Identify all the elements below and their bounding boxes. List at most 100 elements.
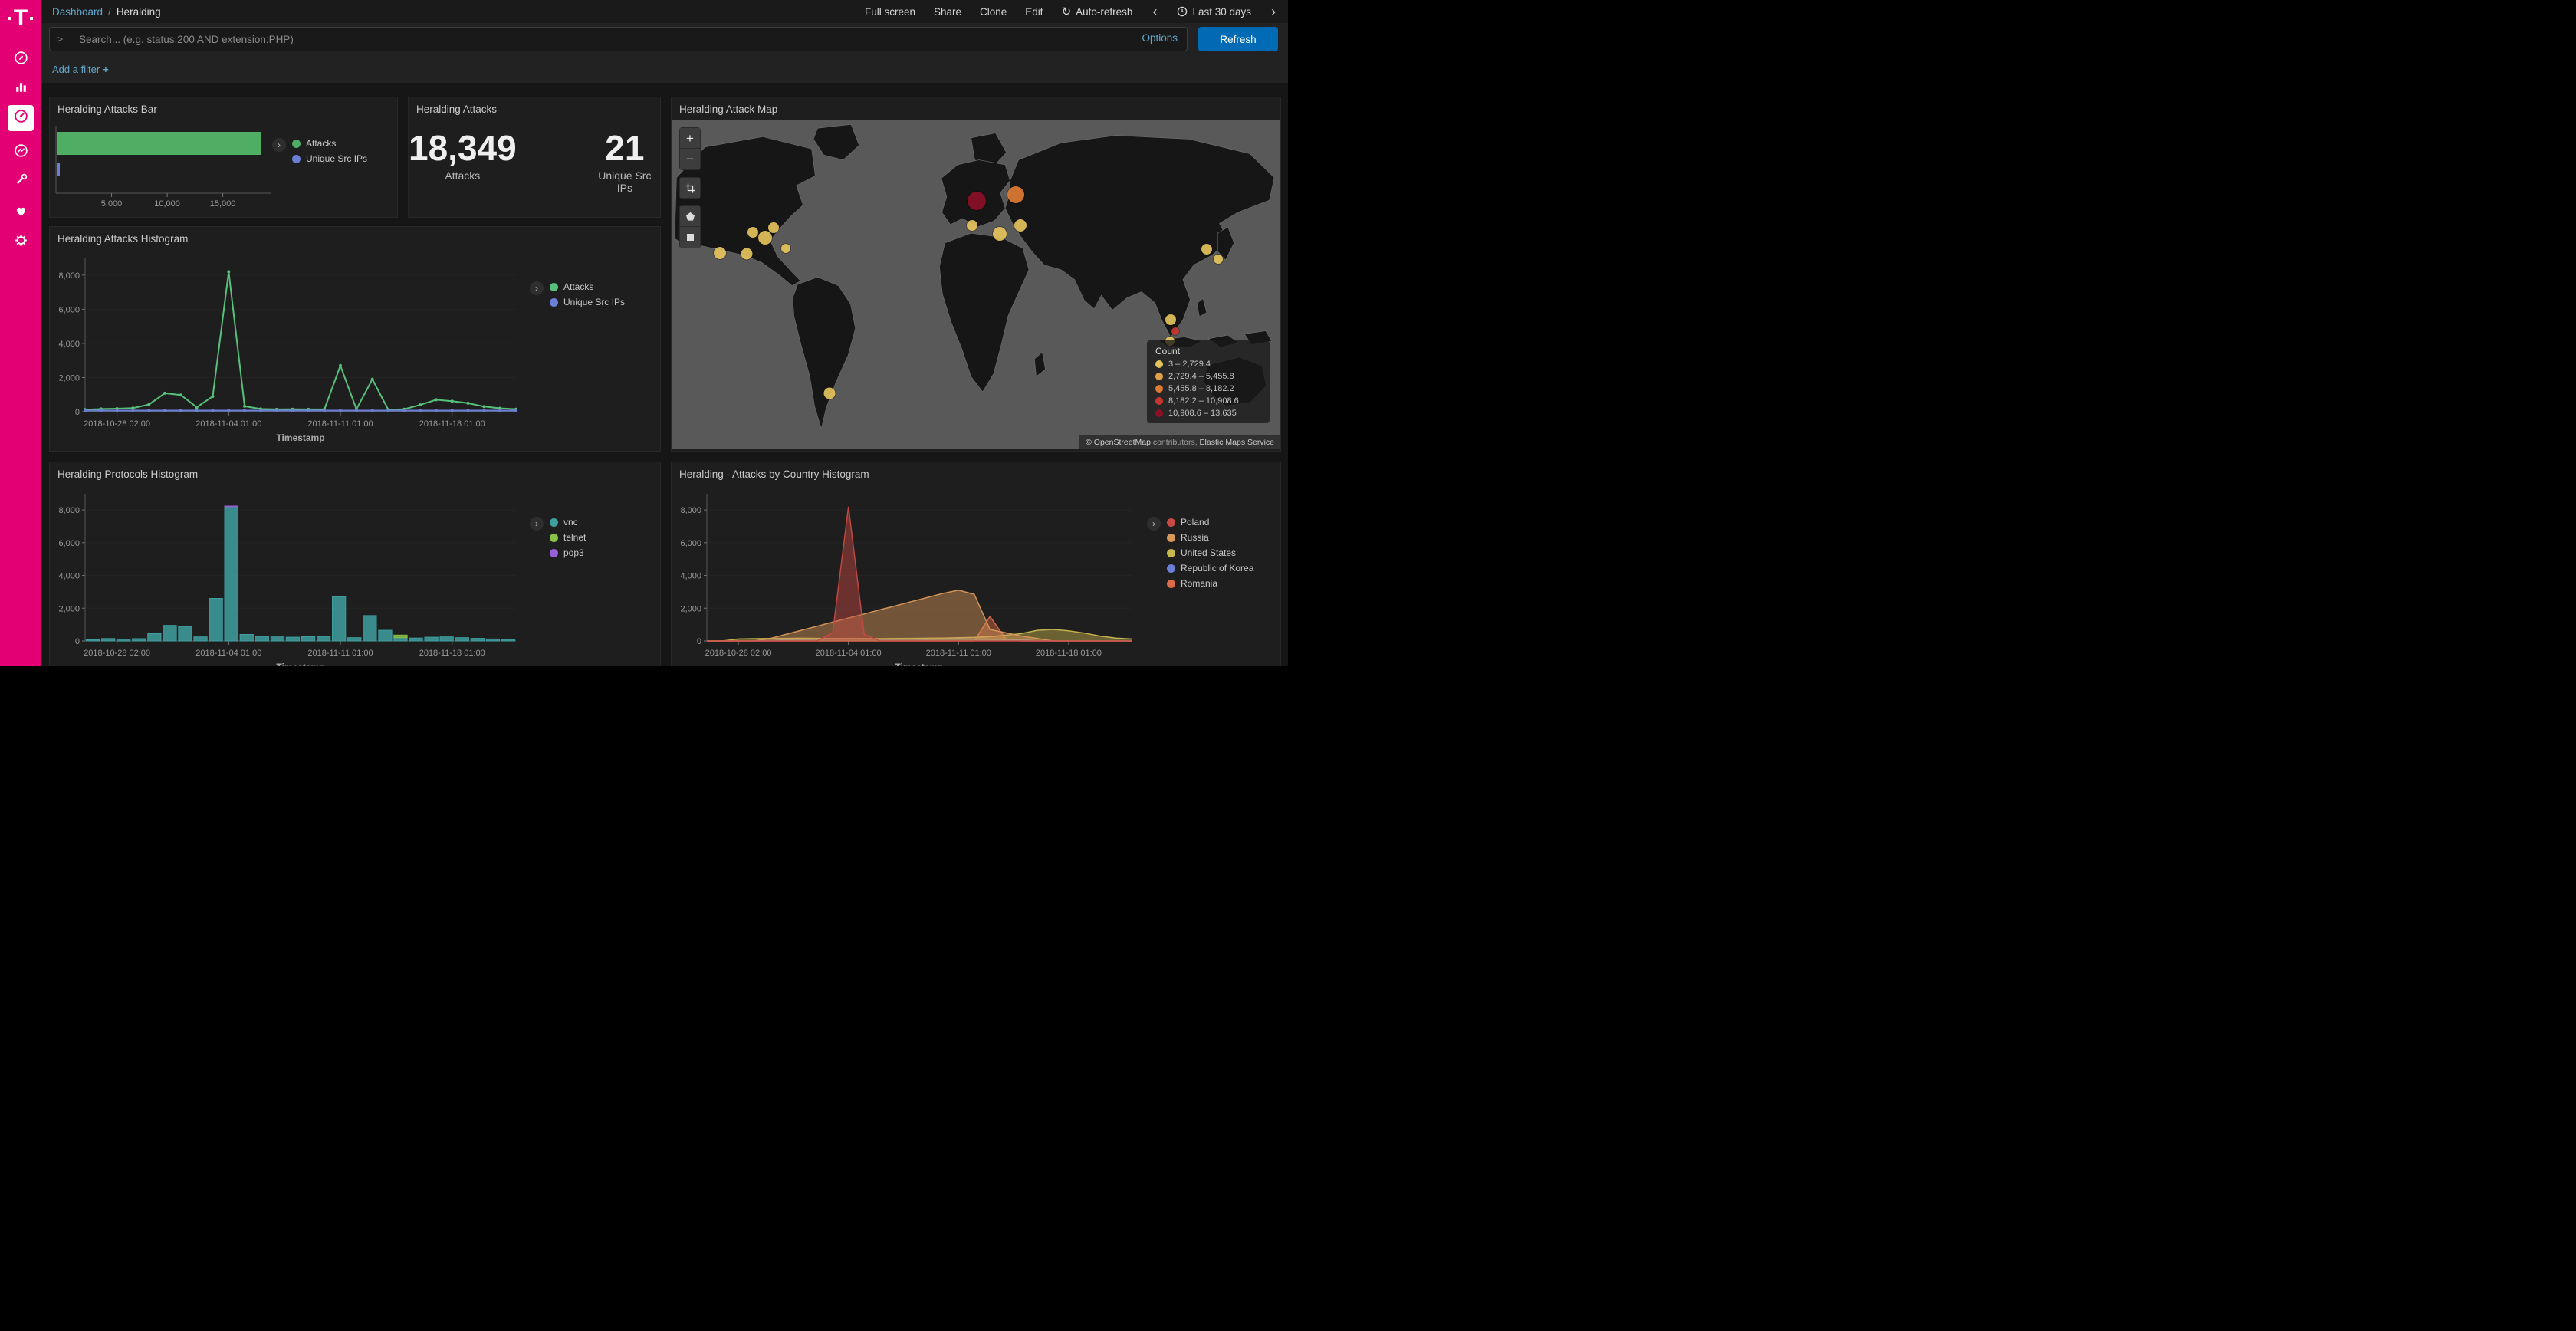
- options-link[interactable]: Options: [1142, 32, 1178, 44]
- legend-toggle-icon[interactable]: ›: [530, 281, 544, 295]
- attack-location-dot[interactable]: [1171, 327, 1179, 335]
- svg-text:8,000: 8,000: [680, 506, 702, 515]
- legend-item[interactable]: Attacks: [550, 281, 625, 292]
- map-fit-data-button[interactable]: [679, 177, 701, 199]
- metric-value: 21: [590, 129, 660, 168]
- map-zoom-in-button[interactable]: +: [679, 127, 701, 149]
- logo-square-left: [8, 17, 12, 20]
- sidebar-item-timelion[interactable]: [8, 140, 34, 166]
- sidebar-item-monitoring[interactable]: [8, 200, 34, 226]
- attack-location-dot[interactable]: [1165, 314, 1176, 325]
- svg-text:2018-10-28 02:00: 2018-10-28 02:00: [84, 419, 150, 429]
- time-back-button[interactable]: ‹: [1151, 5, 1158, 18]
- attack-location-dot[interactable]: [824, 387, 836, 399]
- attack-location-dot[interactable]: [1007, 186, 1024, 203]
- sidebar-item-dev-tools[interactable]: [8, 169, 34, 195]
- legend-item[interactable]: Poland: [1167, 517, 1254, 527]
- gear-icon: [13, 232, 29, 252]
- metric-label: Attacks: [409, 169, 517, 182]
- sidebar-item-discover[interactable]: [8, 47, 34, 73]
- svg-text:2,000: 2,000: [58, 373, 80, 383]
- gauge-icon: [13, 108, 29, 128]
- legend-color-dot: [1167, 534, 1175, 542]
- map-legend-title: Count: [1155, 346, 1261, 357]
- full-screen-button[interactable]: Full screen: [865, 6, 915, 18]
- svg-text:4,000: 4,000: [58, 572, 80, 581]
- time-picker-button[interactable]: Last 30 days: [1177, 6, 1251, 18]
- svg-text:2018-11-18 01:00: 2018-11-18 01:00: [419, 649, 485, 658]
- attack-location-dot[interactable]: [741, 248, 753, 260]
- legend-item[interactable]: Unique Src IPs: [550, 297, 625, 307]
- legend-item[interactable]: Unique Src IPs: [292, 153, 367, 164]
- map-draw-rectangle-button[interactable]: [679, 227, 701, 248]
- legend-item[interactable]: Romania: [1167, 578, 1254, 589]
- svg-text:10,000: 10,000: [154, 199, 180, 209]
- topbar-actions: Full screen Share Clone Edit ↻ Auto-refr…: [865, 5, 1277, 18]
- attack-location-dot[interactable]: [968, 192, 986, 210]
- legend-label: Poland: [1181, 517, 1209, 527]
- attack-location-dot[interactable]: [714, 247, 726, 259]
- legend-toggle-icon[interactable]: ›: [1147, 517, 1161, 531]
- legend-toggle-icon[interactable]: ›: [530, 517, 544, 531]
- map-legend-row: 2,729.4 – 5,455.8: [1155, 372, 1261, 381]
- attack-location-dot[interactable]: [768, 222, 779, 233]
- refresh-button[interactable]: Refresh: [1198, 27, 1278, 51]
- panel-title: Heralding Protocols Histogram: [50, 462, 660, 485]
- time-range-label: Last 30 days: [1192, 6, 1251, 18]
- legend-item[interactable]: Republic of Korea: [1167, 563, 1254, 573]
- svg-text:2,000: 2,000: [680, 604, 702, 613]
- sidebar-item-dashboard[interactable]: [8, 105, 34, 131]
- attack-location-dot[interactable]: [1201, 244, 1212, 255]
- sidebar-item-management[interactable]: [8, 229, 34, 255]
- attack-location-dot[interactable]: [967, 220, 978, 231]
- panel-heralding-attack-map: Heralding Attack Map: [671, 97, 1281, 452]
- country-histogram-chart[interactable]: 02,0004,0006,0008,0002018-10-28 02:00201…: [672, 485, 1141, 666]
- osm-link[interactable]: © OpenStreetMap: [1086, 438, 1151, 447]
- svg-text:2018-11-11 01:00: 2018-11-11 01:00: [926, 649, 991, 658]
- legend-item[interactable]: vnc: [550, 517, 586, 527]
- legend-item[interactable]: United States: [1167, 547, 1254, 558]
- auto-refresh-button[interactable]: ↻ Auto-refresh: [1062, 6, 1133, 18]
- map-zoom-out-button[interactable]: −: [679, 149, 701, 170]
- attack-location-dot[interactable]: [1014, 219, 1027, 232]
- country-histogram-legend: › Poland Russia United States Republic of Ko…: [1147, 517, 1254, 589]
- sidebar-item-visualize[interactable]: [8, 76, 34, 102]
- map-draw-polygon-button[interactable]: [679, 205, 701, 227]
- svg-text:8,000: 8,000: [58, 271, 80, 281]
- legend-item[interactable]: telnet: [550, 532, 586, 543]
- attack-location-dot[interactable]: [748, 227, 758, 238]
- search-input[interactable]: [49, 27, 1188, 51]
- attack-location-dot[interactable]: [781, 244, 790, 253]
- panel-title: Heralding - Attacks by Country Histogram: [672, 462, 1280, 485]
- svg-text:Timestamp: Timestamp: [895, 662, 943, 666]
- attacks-bar-legend: › Attacks Unique Src IPs: [272, 138, 367, 164]
- breadcrumb-dashboard-link[interactable]: Dashboard: [52, 6, 103, 18]
- attack-location-dot[interactable]: [993, 227, 1007, 241]
- protocols-histogram-legend: › vnc telnet pop3: [530, 517, 586, 558]
- map-count-legend: Count 3 – 2,729.42,729.4 – 5,455.85,455.…: [1147, 340, 1270, 423]
- svg-text:2018-11-04 01:00: 2018-11-04 01:00: [816, 649, 882, 658]
- legend-item[interactable]: Russia: [1167, 532, 1254, 543]
- clone-button[interactable]: Clone: [980, 6, 1007, 18]
- panel-heralding-attacks-metric: Heralding Attacks 18,349 Attacks 21 Uniq…: [408, 97, 661, 218]
- protocols-histogram-chart[interactable]: 02,0004,0006,0008,0002018-10-28 02:00201…: [50, 485, 525, 666]
- attack-location-dot[interactable]: [758, 231, 772, 245]
- attacks-histogram-chart[interactable]: 02,0004,0006,0008,0002018-10-28 02:00201…: [50, 249, 525, 447]
- edit-button[interactable]: Edit: [1025, 6, 1043, 18]
- query-bar: >_ Options Refresh: [41, 23, 1288, 55]
- attacks-bar-chart[interactable]: 5,00010,00015,000: [50, 120, 280, 213]
- add-filter-link[interactable]: Add a filter+: [52, 64, 109, 75]
- attack-map[interactable]: + − Count 3 – 2,729.42,729.4 –: [672, 120, 1280, 449]
- share-button[interactable]: Share: [934, 6, 961, 18]
- legend-toggle-icon[interactable]: ›: [272, 138, 286, 152]
- breadcrumb: Dashboard / Heralding: [52, 6, 161, 18]
- telekom-logo[interactable]: T: [8, 7, 33, 30]
- elastic-maps-link[interactable]: Elastic Maps Service: [1200, 438, 1274, 447]
- svg-text:Timestamp: Timestamp: [276, 432, 324, 443]
- legend-range-label: 5,455.8 – 8,182.2: [1168, 384, 1234, 393]
- attack-location-dot[interactable]: [1214, 255, 1223, 264]
- svg-text:2018-11-18 01:00: 2018-11-18 01:00: [419, 419, 485, 429]
- legend-item[interactable]: Attacks: [292, 138, 367, 149]
- time-forward-button[interactable]: ›: [1270, 5, 1277, 18]
- legend-item[interactable]: pop3: [550, 547, 586, 558]
